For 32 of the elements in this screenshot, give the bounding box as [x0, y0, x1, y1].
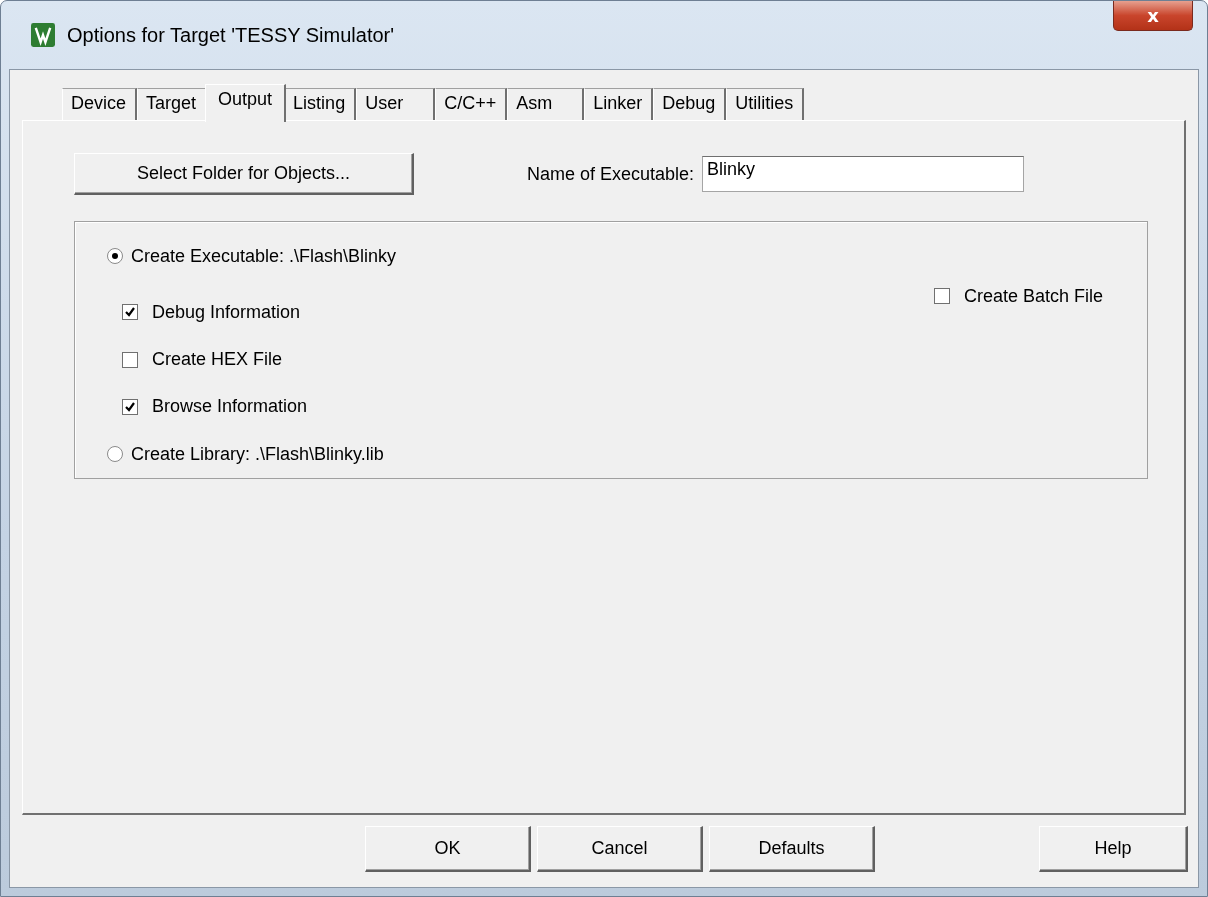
- tab[interactable]: Linker: [584, 88, 654, 120]
- option-label: Debug Information: [152, 301, 301, 323]
- tab[interactable]: Asm: [507, 88, 585, 120]
- option-label: Create Library: .\Flash\Blinky.lib: [131, 443, 384, 465]
- tab[interactable]: Listing: [284, 88, 357, 120]
- radio-button[interactable]: [107, 248, 123, 265]
- select-folder-button[interactable]: Select Folder for Objects...: [74, 153, 414, 195]
- tab[interactable]: Target: [137, 88, 208, 120]
- tab[interactable]: User: [356, 88, 436, 120]
- checkbox[interactable]: [933, 288, 950, 304]
- option-label: Browse Information: [152, 396, 308, 418]
- tab[interactable]: Output: [205, 84, 287, 122]
- close-button[interactable]: x: [1113, 1, 1193, 31]
- app-icon: [31, 23, 55, 47]
- dialog-button[interactable]: Cancel: [537, 826, 703, 872]
- tab[interactable]: Debug: [653, 88, 727, 120]
- dialog-button[interactable]: OK: [365, 826, 531, 872]
- checkbox[interactable]: [122, 351, 138, 368]
- field-label: Name of Executable:: [527, 163, 695, 185]
- help-button[interactable]: Help: [1039, 826, 1188, 872]
- dialog-button[interactable]: Defaults: [709, 826, 875, 872]
- window-title: Options for Target 'TESSY Simulator': [67, 23, 395, 47]
- tab[interactable]: Device: [62, 88, 138, 120]
- input-field[interactable]: Blinky: [702, 156, 1025, 192]
- checkbox[interactable]: [122, 399, 138, 415]
- option-label: Create Executable: .\Flash\Blinky: [131, 245, 397, 267]
- checkbox[interactable]: [122, 304, 138, 321]
- tab[interactable]: C/C++: [435, 88, 508, 120]
- tab[interactable]: Utilities: [726, 88, 805, 120]
- option-label: Create HEX File: [152, 349, 283, 371]
- option-label: Create Batch File: [963, 285, 1103, 307]
- radio-button[interactable]: [107, 446, 123, 463]
